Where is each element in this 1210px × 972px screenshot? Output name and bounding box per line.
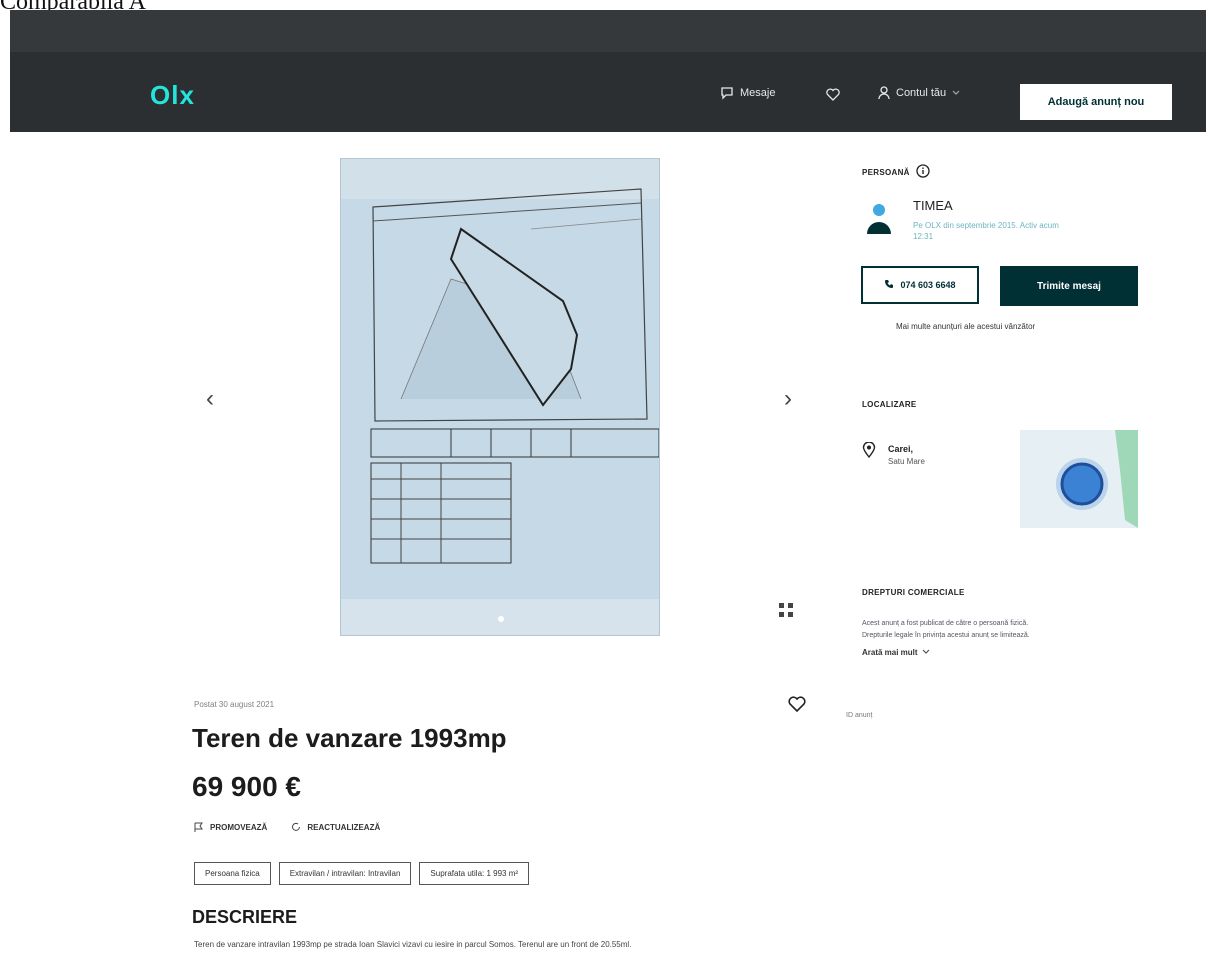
tag-area: Suprafata utila: 1 993 m² [419, 862, 530, 885]
description-text: Teren de vanzare intravilan 1993mp pe st… [194, 940, 632, 949]
listing-price: 69 900 € [192, 771, 301, 802]
description-heading: DESCRIERE [192, 907, 298, 927]
seller-name[interactable]: TIMEA [913, 198, 953, 213]
cadastral-plan-image [341, 159, 659, 635]
user-icon [878, 86, 890, 100]
listing-photo[interactable] [340, 158, 660, 636]
tag-seller-type: Persoana fizica [194, 862, 271, 885]
chat-icon [720, 86, 734, 100]
olx-logo[interactable]: Olx [150, 80, 195, 110]
favorites-link[interactable] [826, 88, 840, 101]
account-menu[interactable]: Contul tău [878, 86, 960, 100]
seller-section-label: PERSOANĂ [862, 164, 930, 180]
rights-text: Acest anunț a fost publicat de către o p… [862, 618, 1124, 642]
location-county: Satu Mare [888, 457, 925, 466]
add-ad-button[interactable]: Adaugă anunț nou [1020, 84, 1172, 120]
flag-icon [194, 822, 204, 832]
phone-button[interactable]: 074 603 6648 [861, 266, 979, 304]
promote-label: PROMOVEAZĂ [210, 822, 268, 832]
more-ads-link[interactable]: Mai multe anunțuri ale acestui vânzător [896, 322, 1035, 331]
chevron-down-icon [952, 90, 960, 96]
listing-tags: Persoana fizica Extravilan / intravilan:… [194, 862, 530, 885]
seller-avatar [864, 200, 894, 238]
location-section-label: LOCALIZARE [862, 400, 917, 409]
account-label: Contul tău [896, 87, 947, 99]
info-icon[interactable] [916, 164, 930, 180]
messages-label: Mesaje [740, 87, 776, 99]
browser-strip [10, 10, 1206, 52]
listing-title: Teren de vanzare 1993mp [192, 723, 507, 753]
ad-id: ID anunț [846, 712, 873, 719]
location-pin-icon [862, 441, 876, 463]
tag-zone: Extravilan / intravilan: Intravilan [278, 862, 412, 885]
rights-line-2: Drepturile legale în privința acestui an… [862, 632, 1030, 639]
messages-link[interactable]: Mesaje [720, 86, 775, 100]
send-message-button[interactable]: Trimite mesaj [1000, 266, 1138, 306]
posted-date: Postat 30 august 2021 [194, 700, 275, 709]
fullscreen-icon[interactable] [778, 602, 794, 623]
promote-link[interactable]: PROMOVEAZĂ [194, 822, 267, 832]
location-city: Carei, [888, 444, 914, 454]
refresh-icon [291, 822, 301, 832]
refresh-link[interactable]: REACTUALIZEAZĂ [291, 822, 380, 832]
next-photo-button[interactable]: › [784, 385, 792, 413]
phone-icon [884, 279, 894, 291]
seller-subtitle: Pe OLX din septembrie 2015. Activ acum 1… [913, 221, 1059, 241]
see-more-link[interactable]: Arată mai mult [862, 648, 930, 657]
location-map[interactable] [1020, 430, 1138, 528]
chevron-down-icon [922, 648, 930, 657]
phone-number: 074 603 6648 [900, 280, 956, 290]
see-more-label: Arată mai mult [862, 648, 918, 657]
photo-gallery: ‹ › [190, 140, 810, 713]
rights-section-label: DREPTURI COMERCIALE [862, 588, 965, 597]
refresh-label: REACTUALIZEAZĂ [307, 822, 381, 832]
heart-icon [826, 88, 840, 101]
seller-label-text: PERSOANĂ [862, 167, 910, 177]
rights-line-1: Acest anunț a fost publicat de către o p… [862, 620, 1029, 627]
previous-photo-button[interactable]: ‹ [206, 385, 214, 413]
listing-actions: PROMOVEAZĂ REACTUALIZEAZĂ [194, 822, 380, 832]
favorite-heart-icon[interactable] [788, 696, 806, 717]
